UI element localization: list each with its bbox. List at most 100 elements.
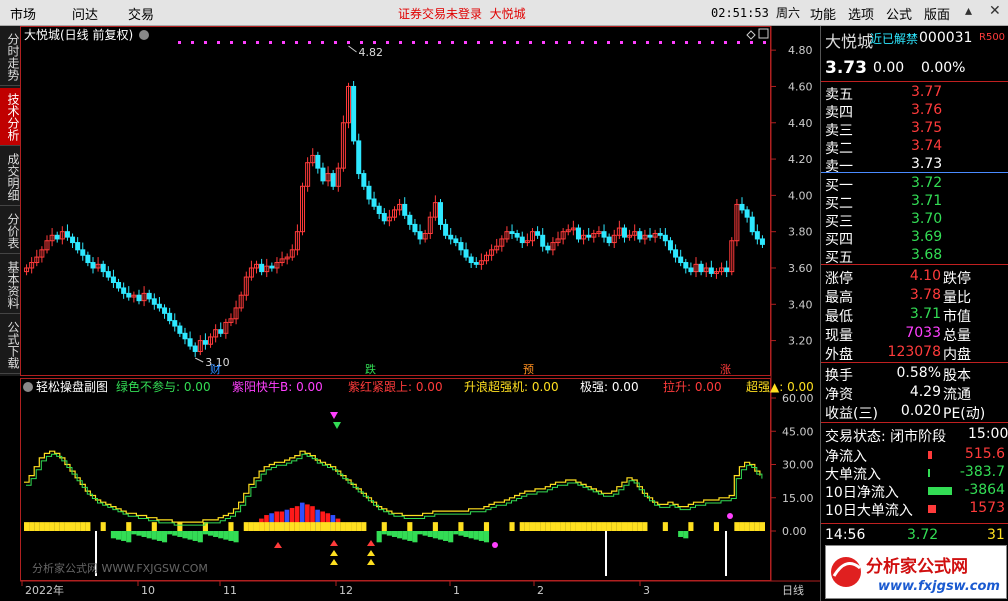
x-tick-label: 2 (537, 584, 544, 597)
signal-dot (620, 41, 623, 44)
yellow-band (713, 522, 720, 531)
yellow-band (228, 522, 234, 531)
yellow-band (483, 522, 490, 531)
green-bar (110, 531, 116, 539)
price-tick-label: 4.80 (788, 44, 813, 57)
candle-body (473, 262, 479, 265)
green-bar (437, 531, 444, 540)
candle-body (172, 320, 178, 327)
yellow-band (621, 522, 628, 531)
high-label: 4.82 (359, 46, 384, 59)
candle-body (545, 245, 551, 251)
yellow-band (351, 522, 357, 531)
green-bar (233, 531, 239, 543)
signal-dot (542, 41, 545, 44)
candle-body (151, 298, 157, 305)
candle-body (514, 232, 520, 238)
tick-vol: 31 (987, 527, 1005, 543)
yellow-band (575, 522, 582, 531)
green-bar (407, 531, 413, 541)
signal-dot (503, 41, 506, 44)
yellow-band (519, 522, 525, 531)
candle-body (371, 198, 377, 207)
yellow-band (535, 522, 541, 531)
yellow-band (662, 522, 668, 531)
ask-row: 卖一 3.73 (825, 156, 943, 175)
price-tick-label: 4.60 (788, 80, 813, 93)
candle-body (443, 223, 449, 236)
indicator-readout: 极强: 0.00 (580, 380, 639, 394)
candle-body (621, 227, 627, 238)
menu-market[interactable]: 市场 (10, 4, 36, 23)
menu-formula[interactable]: 公式 (886, 4, 912, 23)
candle-body (412, 223, 418, 233)
tab-technical[interactable]: 技术分析 (0, 88, 20, 146)
tab-trade-detail[interactable]: 成交明细 (0, 148, 20, 206)
yellow-band (85, 522, 91, 531)
sub-tick-label: 30.00 (782, 459, 814, 472)
yellow-band (34, 522, 40, 531)
tab-price-table[interactable]: 分价表 (0, 208, 20, 254)
yellow-band (151, 522, 157, 531)
minimize-icon[interactable]: ▴ (965, 3, 972, 19)
tab-intraday[interactable]: 分时走势 (0, 28, 20, 86)
signal-dot (230, 41, 233, 44)
menu-function[interactable]: 功能 (810, 4, 836, 23)
signal-dot (490, 41, 493, 44)
green-bar (146, 531, 152, 539)
candle-body (708, 267, 714, 274)
signal-dot (724, 41, 727, 44)
green-bar (376, 531, 382, 543)
event-label: 涨 (720, 363, 731, 376)
indicator-readout: 拉升: 0.00 (663, 379, 722, 394)
yellow-band (294, 522, 300, 531)
yellow-band (586, 522, 592, 531)
chart-area[interactable]: 大悦城(日线 前复权)4.823.10财跌预涨 4.804.604.404.20… (20, 26, 820, 601)
close-icon[interactable]: ✕ (989, 3, 1001, 19)
signal-dot (646, 41, 649, 44)
green-bar (136, 531, 142, 536)
yellow-band (310, 522, 316, 531)
green-bar (402, 531, 408, 540)
green-bar (126, 531, 132, 543)
candle-body (637, 231, 643, 240)
tick-price: 3.72 (907, 527, 939, 543)
candle-body (453, 238, 459, 244)
green-bar (458, 531, 464, 536)
green-bar (115, 531, 122, 540)
candle-body (105, 271, 111, 278)
ask-row: 卖四 3.76 (825, 102, 943, 121)
site-logo: 分析家公式网 www.fxjgsw.com (825, 545, 1007, 599)
yellow-band (407, 522, 413, 531)
ask-row: 卖三 3.75 (825, 120, 943, 139)
yellow-band (69, 522, 76, 531)
candle-body (146, 292, 152, 300)
signal-dot (438, 41, 441, 44)
candle-body (64, 231, 70, 238)
yellow-band (335, 522, 341, 531)
tab-basic-info[interactable]: 基本资料 (0, 256, 20, 314)
price-tick-label: 3.40 (788, 298, 813, 311)
unlock-tag[interactable]: 近已解禁 (870, 30, 918, 47)
candle-body (259, 263, 265, 273)
green-bar (453, 531, 459, 535)
signal-dot (737, 41, 740, 44)
signal-dot-magenta (727, 513, 733, 519)
candle-body (70, 236, 76, 244)
menu-wenda[interactable]: 问达 (72, 4, 98, 23)
tab-formula-download[interactable]: 公式下载 (0, 316, 20, 374)
candle-body (754, 231, 760, 240)
candle-body (673, 249, 679, 258)
candle-body (202, 340, 208, 345)
green-bar (478, 531, 484, 541)
menu-trade[interactable]: 交易 (128, 4, 154, 23)
x-tick-label: 12 (339, 584, 353, 597)
signal-dot (685, 41, 688, 44)
candle-body (356, 140, 362, 175)
clock: 02:51:53 周六 (711, 6, 801, 20)
green-bar (187, 531, 193, 540)
login-alert[interactable]: 证券交易未登录 大悦城 (398, 5, 526, 22)
menu-layout[interactable]: 版面 (924, 4, 950, 23)
menu-options[interactable]: 选项 (848, 4, 874, 23)
green-bar (386, 531, 392, 536)
